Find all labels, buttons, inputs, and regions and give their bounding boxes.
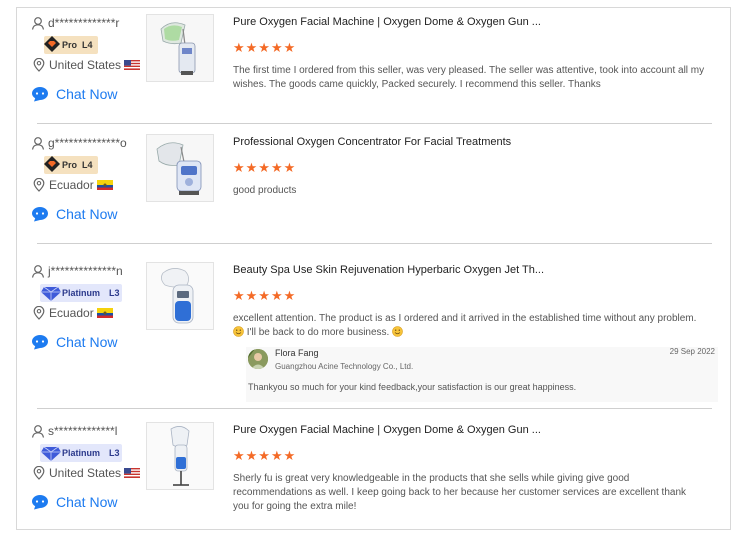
buyer-name: d*************r	[31, 16, 119, 30]
review-text: Sherly fu is great very knowledgeable in…	[233, 473, 687, 512]
country-name: Ecuador	[49, 306, 94, 320]
chat-now-label: Chat Now	[56, 494, 118, 510]
buyer-level-badge: Pro L4	[44, 36, 98, 54]
buyer-name-text: j**************n	[48, 264, 123, 278]
star-rating: ★★★★★	[233, 40, 297, 55]
buyer-name: g**************o	[31, 136, 127, 150]
badge-tier: Platinum	[62, 288, 101, 298]
seller-avatar	[248, 349, 268, 369]
product-title-link[interactable]: Pure Oxygen Facial Machine | Oxygen Dome…	[233, 16, 541, 28]
review-divider	[37, 123, 712, 124]
buyer-level-badge: Pro L4	[44, 156, 98, 174]
buyer-name-text: g**************o	[48, 136, 127, 150]
product-title-link[interactable]: Pure Oxygen Facial Machine | Oxygen Dome…	[233, 424, 541, 436]
chat-now-button[interactable]: Chat Now	[31, 494, 117, 510]
review-text: The first time I ordered from this selle…	[233, 65, 705, 90]
country-name: United States	[49, 466, 122, 480]
buyer-location: Ecuador	[33, 178, 113, 192]
buyer-name-text: s*************l	[48, 424, 118, 438]
chat-now-button[interactable]: Chat Now	[31, 206, 117, 222]
us-flag-icon	[124, 468, 140, 478]
reviews-panel: d*************r Pro L4 United States Cha…	[16, 7, 731, 530]
buyer-level-badge: Platinum L3	[40, 444, 122, 462]
pro-diamond-icon	[42, 34, 62, 54]
us-flag-icon	[124, 60, 140, 70]
seller-name: Flora Fang	[275, 348, 319, 358]
pro-diamond-icon	[42, 154, 62, 174]
product-title-link[interactable]: Beauty Spa Use Skin Rejuvenation Hyperba…	[233, 264, 544, 276]
user-icon	[31, 136, 45, 150]
chat-now-label: Chat Now	[56, 86, 118, 102]
badge-level: L3	[109, 288, 120, 298]
hyperbaric-oxygen-jet-image	[147, 263, 213, 329]
user-icon	[31, 16, 45, 30]
product-thumbnail[interactable]	[146, 422, 214, 490]
seller-company[interactable]: Guangzhou Acine Technology Co., Ltd.	[275, 362, 413, 371]
chat-bubble-icon	[31, 494, 49, 510]
product-title-link[interactable]: Professional Oxygen Concentrator For Fac…	[233, 136, 511, 148]
oxygen-concentrator-image	[147, 135, 213, 201]
product-thumbnail[interactable]	[146, 134, 214, 202]
chat-bubble-icon	[31, 86, 49, 102]
review-text: good products	[233, 185, 297, 196]
oxygen-dome-machine-image	[147, 15, 213, 81]
user-icon	[31, 264, 45, 278]
badge-level: L4	[82, 40, 93, 50]
country-name: Ecuador	[49, 178, 94, 192]
reply-date: 29 Sep 2022	[669, 347, 715, 356]
buyer-name: s*************l	[31, 424, 117, 438]
location-pin-icon	[33, 306, 45, 320]
review-divider	[37, 243, 712, 244]
platinum-diamond-icon	[40, 283, 62, 303]
location-pin-icon	[33, 466, 45, 480]
location-pin-icon	[33, 178, 45, 192]
platinum-diamond-icon	[40, 443, 62, 463]
buyer-location: United States	[33, 466, 140, 480]
buyer-location: United States	[33, 58, 140, 72]
chat-now-label: Chat Now	[56, 206, 118, 222]
reply-text: Thankyou so much for your kind feedback,…	[248, 382, 577, 392]
ecuador-flag-icon	[97, 308, 113, 318]
buyer-name: j**************n	[31, 264, 123, 278]
badge-tier: Platinum	[62, 448, 101, 458]
star-rating: ★★★★★	[233, 160, 297, 175]
country-name: United States	[49, 58, 122, 72]
buyer-location: Ecuador	[33, 306, 113, 320]
smile-emoji-icon	[233, 326, 244, 337]
chat-now-button[interactable]: Chat Now	[31, 334, 117, 350]
badge-tier: Pro	[62, 40, 78, 50]
buyer-level-badge: Platinum L3	[40, 284, 122, 302]
user-icon	[31, 424, 45, 438]
smile-emoji-icon	[392, 326, 403, 337]
review-text: excellent attention. The product is as I…	[233, 312, 718, 340]
review-text-line-2-text: I'll be back to do more business.	[246, 327, 390, 338]
review-text-line: excellent attention. The product is as I…	[233, 313, 697, 324]
seller-avatar-icon	[248, 349, 268, 369]
badge-level: L3	[109, 448, 120, 458]
review-text-line-2: I'll be back to do more business.	[233, 326, 718, 340]
badge-level: L4	[82, 160, 93, 170]
chat-bubble-icon	[31, 206, 49, 222]
product-thumbnail[interactable]	[146, 14, 214, 82]
badge-tier: Pro	[62, 160, 78, 170]
chat-now-button[interactable]: Chat Now	[31, 86, 117, 102]
ecuador-flag-icon	[97, 180, 113, 190]
oxygen-dome-stand-image	[147, 423, 213, 489]
review-divider	[37, 408, 712, 409]
seller-reply: Flora Fang Guangzhou Acine Technology Co…	[246, 347, 718, 402]
chat-now-label: Chat Now	[56, 334, 118, 350]
star-rating: ★★★★★	[233, 448, 297, 463]
chat-bubble-icon	[31, 334, 49, 350]
product-thumbnail[interactable]	[146, 262, 214, 330]
location-pin-icon	[33, 58, 45, 72]
star-rating: ★★★★★	[233, 288, 297, 303]
buyer-name-text: d*************r	[48, 16, 120, 30]
